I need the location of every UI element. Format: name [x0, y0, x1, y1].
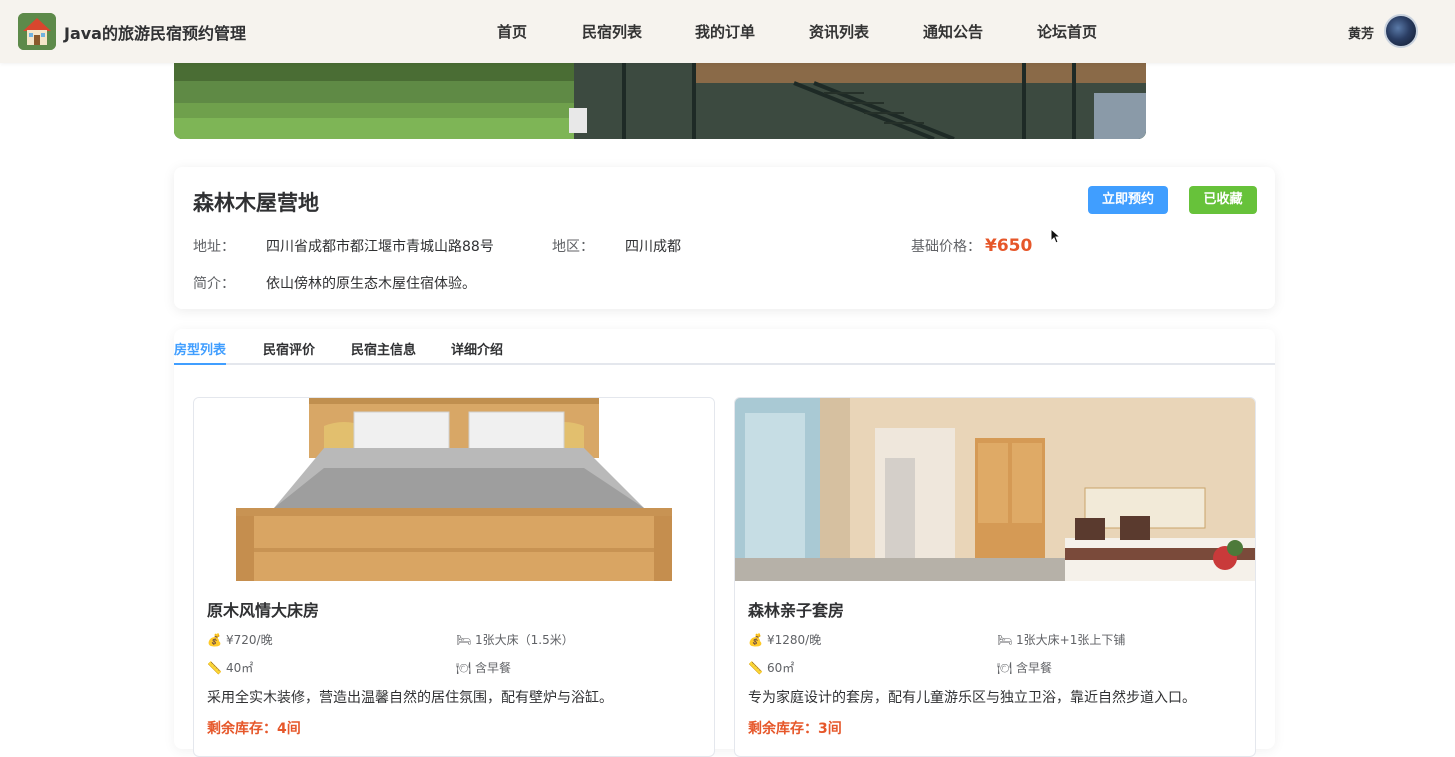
room-name: 原木风情大床房	[207, 601, 320, 620]
tab-host-info[interactable]: 民宿主信息	[351, 339, 416, 358]
ruler-icon: 📏	[207, 661, 222, 675]
mouse-cursor-icon	[1050, 227, 1062, 248]
tab-details[interactable]: 详细介绍	[451, 339, 503, 358]
price-label: 基础价格：	[911, 239, 981, 255]
favorited-button[interactable]: 已收藏	[1189, 186, 1257, 214]
room-bed-value: 1张大床（1.5米）	[475, 633, 574, 647]
active-tab-indicator	[174, 363, 226, 365]
room-bed: 🛏 1张大床（1.5米）	[456, 631, 574, 648]
room-area: 📏 40㎡	[207, 659, 253, 676]
nav-announcements[interactable]: 通知公告	[923, 21, 983, 42]
nav-homestay-list[interactable]: 民宿列表	[582, 21, 642, 42]
room-breakfast-value: 含早餐	[475, 661, 512, 675]
room-card[interactable]: 森林亲子套房 💰 ¥1280/晚 🛏 1张大床+1张上下铺 📏 60㎡ 🍽 含早餐 专为…	[734, 397, 1256, 757]
region-label: 地区：	[552, 239, 594, 255]
plate-icon: 🍽	[456, 661, 472, 675]
room-card[interactable]: 原木风情大床房 💰 ¥720/晚 🛏 1张大床（1.5米） 📏 40㎡ 🍽 含早餐 采用…	[193, 397, 715, 757]
address-label: 地址：	[193, 239, 235, 255]
room-price: 💰 ¥1280/晚	[748, 631, 821, 648]
tab-reviews[interactable]: 民宿评价	[263, 339, 315, 358]
room-photo	[735, 398, 1255, 581]
room-stock: 剩余库存：3间	[748, 721, 842, 737]
room-area: 📏 60㎡	[748, 659, 794, 676]
app-title: Java的旅游民宿预约管理	[64, 24, 246, 43]
room-area-value: 40㎡	[226, 661, 254, 675]
money-bag-icon: 💰	[748, 633, 763, 647]
plate-icon: 🍽	[997, 661, 1013, 675]
room-price-value: ¥1280/晚	[767, 633, 822, 647]
room-price-value: ¥720/晚	[226, 633, 273, 647]
avatar[interactable]	[1384, 14, 1418, 48]
room-name: 森林亲子套房	[748, 601, 845, 620]
money-bag-icon: 💰	[207, 633, 222, 647]
room-breakfast: 🍽 含早餐	[997, 659, 1052, 676]
room-photo	[194, 398, 714, 581]
intro-value: 依山傍林的原生态木屋住宿体验。	[266, 276, 476, 292]
nav-news-list[interactable]: 资讯列表	[809, 21, 869, 42]
room-breakfast: 🍽 含早餐	[456, 659, 511, 676]
room-bed-value: 1张大床+1张上下铺	[1016, 633, 1126, 647]
room-stock: 剩余库存：4间	[207, 721, 301, 737]
room-description: 专为家庭设计的套房，配有儿童游乐区与独立卫浴，靠近自然步道入口。	[748, 690, 1196, 706]
nav-my-orders[interactable]: 我的订单	[695, 21, 755, 42]
homestay-info-card: 森林木屋营地 立即预约 已收藏 地址： 四川省成都市都江堰市青城山路88号 地区…	[174, 167, 1275, 309]
intro-label: 简介：	[193, 276, 235, 292]
room-description: 采用全实木装修，营造出温馨自然的居住氛围，配有壁炉与浴缸。	[207, 690, 613, 706]
house-logo-icon[interactable]	[18, 13, 56, 50]
bed-icon: 🛏	[997, 633, 1013, 647]
room-price: 💰 ¥720/晚	[207, 631, 273, 648]
room-area-value: 60㎡	[767, 661, 795, 675]
homestay-name: 森林木屋营地	[193, 191, 319, 215]
ruler-icon: 📏	[748, 661, 763, 675]
homestay-banner-image	[174, 63, 1146, 139]
tab-room-types[interactable]: 房型列表	[174, 339, 226, 358]
base-price: ¥650	[985, 236, 1033, 256]
nav-home[interactable]: 首页	[497, 21, 527, 42]
book-now-button[interactable]: 立即预约	[1088, 186, 1168, 214]
user-name[interactable]: 黄芳	[1348, 23, 1374, 42]
room-breakfast-value: 含早餐	[1016, 661, 1053, 675]
address-value: 四川省成都市都江堰市青城山路88号	[266, 239, 494, 255]
tab-bar: 房型列表 民宿评价 民宿主信息 详细介绍	[174, 329, 1275, 365]
room-bed: 🛏 1张大床+1张上下铺	[997, 631, 1125, 648]
top-header: Java的旅游民宿预约管理 首页 民宿列表 我的订单 资讯列表 通知公告 论坛首…	[0, 0, 1455, 63]
bed-icon: 🛏	[456, 633, 472, 647]
nav-forum-home[interactable]: 论坛首页	[1037, 21, 1097, 42]
region-value: 四川成都	[625, 239, 681, 255]
